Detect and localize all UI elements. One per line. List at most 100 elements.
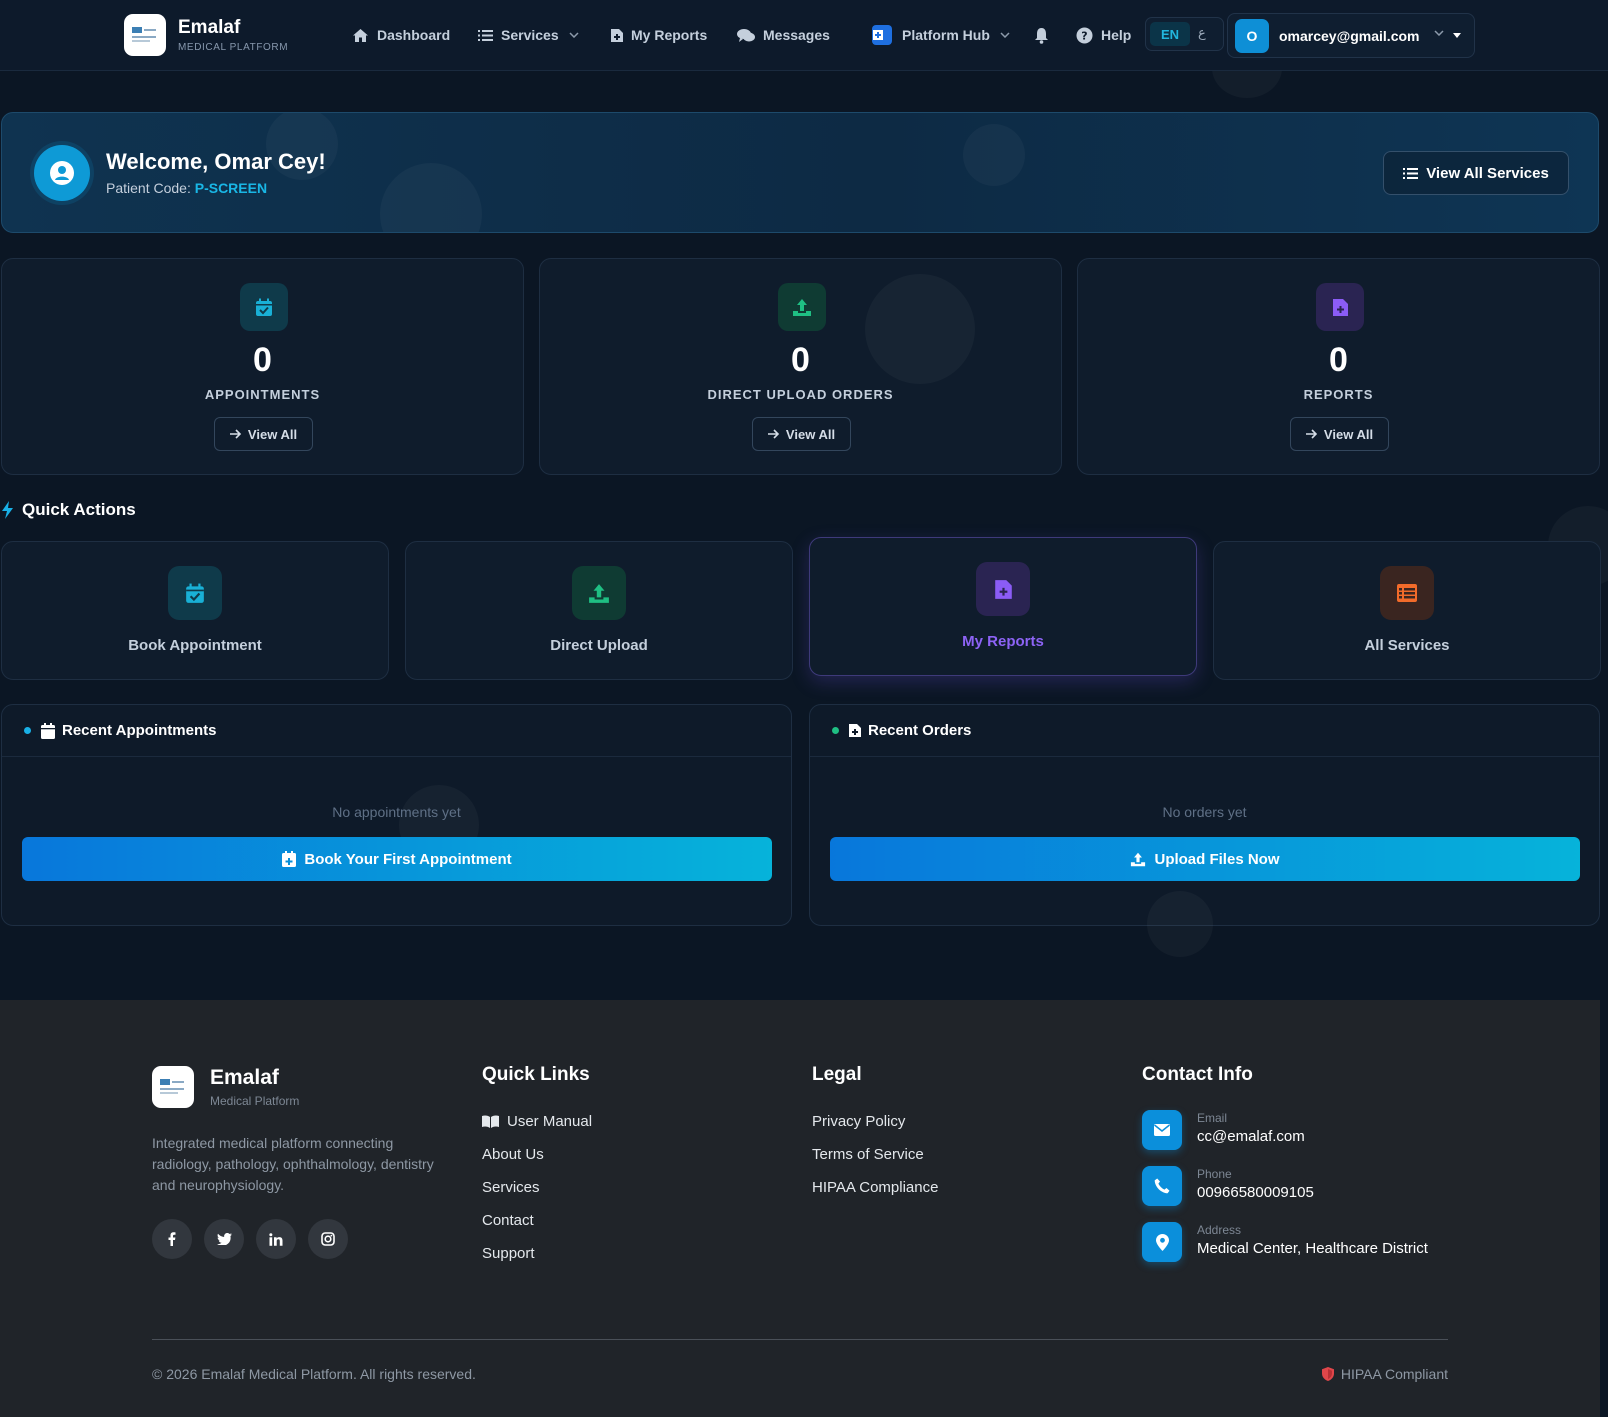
stat-card-reports: 0 REPORTS View All <box>1077 258 1600 475</box>
instagram-link[interactable] <box>308 1219 348 1259</box>
contact-email[interactable]: Email cc@emalaf.com <box>1142 1110 1305 1150</box>
footer-link-about-us[interactable]: About Us <box>482 1146 544 1163</box>
nav-dashboard[interactable]: Dashboard <box>352 24 450 46</box>
bolt-icon <box>2 501 13 519</box>
svg-text:?: ? <box>1081 29 1087 42</box>
stat-label: REPORTS <box>1303 387 1374 402</box>
footer-link-terms-of-service[interactable]: Terms of Service <box>812 1146 924 1163</box>
file-medical-icon <box>849 724 861 737</box>
comments-icon <box>737 28 755 42</box>
recent-appointments-title: Recent Appointments <box>62 722 217 739</box>
nav-messages[interactable]: Messages <box>737 24 830 46</box>
footer-link-contact[interactable]: Contact <box>482 1212 534 1229</box>
recent-orders-title: Recent Orders <box>868 722 972 739</box>
chevron-down-icon <box>569 32 579 38</box>
nav-messages-label: Messages <box>763 27 830 43</box>
quick-action-book-appointment[interactable]: Book Appointment <box>1 541 389 680</box>
view-all-reports-button[interactable]: View All <box>1290 417 1389 451</box>
footer-brand-name: Emalaf <box>210 1066 279 1089</box>
view-all-label: View All <box>247 426 298 442</box>
empty-state-text: No orders yet <box>1162 804 1247 820</box>
calendar-icon <box>41 722 55 739</box>
page-title: Welcome, Omar Cey! <box>106 149 326 174</box>
upload-icon <box>778 283 826 331</box>
recent-orders-panel: Recent Orders No orders yet Upload Files… <box>809 704 1600 926</box>
quick-action-direct-upload[interactable]: Direct Upload <box>405 541 793 680</box>
shield-icon <box>1321 1367 1334 1381</box>
user-email: omarcey@gmail.com <box>1279 27 1420 44</box>
upload-files-now-button[interactable]: Upload Files Now <box>830 837 1580 881</box>
book-first-appointment-button[interactable]: Book Your First Appointment <box>22 837 772 881</box>
footer-brand[interactable]: Emalaf Medical Platform <box>152 1066 299 1108</box>
envelope-icon <box>1142 1110 1182 1150</box>
footer-link-user-manual[interactable]: User Manual <box>482 1113 592 1130</box>
nav-help[interactable]: ? Help <box>1076 24 1131 46</box>
footer-link-label: User Manual <box>507 1113 593 1130</box>
contact-value: Medical Center, Healthcare District <box>1197 1240 1428 1257</box>
facebook-icon <box>168 1232 176 1246</box>
stat-value: 0 <box>253 341 272 379</box>
contact-address[interactable]: Address Medical Center, Healthcare Distr… <box>1142 1222 1428 1262</box>
nav-dashboard-label: Dashboard <box>377 27 451 43</box>
question-circle-icon: ? <box>1076 27 1093 43</box>
background-bubble <box>963 124 1025 186</box>
lang-en-button[interactable]: EN <box>1150 22 1190 46</box>
quick-action-label: Direct Upload <box>550 637 648 654</box>
status-dot <box>832 727 839 734</box>
linkedin-link[interactable] <box>256 1219 296 1259</box>
file-medical-icon <box>976 562 1030 616</box>
nav-help-label: Help <box>1101 27 1132 43</box>
view-all-orders-button[interactable]: View All <box>752 417 851 451</box>
view-all-label: View All <box>785 426 836 442</box>
instagram-icon <box>321 1232 335 1246</box>
linkedin-icon <box>269 1232 283 1246</box>
nav-platform-hub-label: Platform Hub <box>902 27 990 43</box>
nav-platform-hub[interactable]: Platform Hub <box>872 24 1010 46</box>
footer-link-support[interactable]: Support <box>482 1245 535 1262</box>
stat-label: DIRECT UPLOAD ORDERS <box>707 387 894 402</box>
calendar-check-icon <box>240 283 288 331</box>
quick-action-my-reports[interactable]: My Reports <box>809 537 1197 676</box>
facebook-link[interactable] <box>152 1219 192 1259</box>
contact-value: cc@emalaf.com <box>1197 1128 1305 1145</box>
contact-label: Address <box>1197 1223 1242 1237</box>
quick-action-label: My Reports <box>962 633 1044 650</box>
brand[interactable]: Emalaf MEDICAL PLATFORM <box>124 14 288 56</box>
stat-card-direct-upload-orders: 0 DIRECT UPLOAD ORDERS View All <box>539 258 1062 475</box>
chevron-down-icon <box>1434 30 1444 36</box>
brand-subtitle: MEDICAL PLATFORM <box>178 42 289 53</box>
arrow-right-icon <box>767 429 780 439</box>
notifications-button[interactable] <box>1034 24 1057 46</box>
nav-my-reports-label: My Reports <box>631 27 708 43</box>
contact-label: Phone <box>1197 1167 1232 1181</box>
quick-actions-title: Quick Actions <box>22 500 136 519</box>
view-all-label: View All <box>1323 426 1374 442</box>
footer-link-hipaa-compliance[interactable]: HIPAA Compliance <box>812 1179 938 1196</box>
view-all-appointments-button[interactable]: View All <box>214 417 313 451</box>
user-circle-icon <box>34 145 90 201</box>
welcome-banner: Welcome, Omar Cey! Patient Code: P-SCREE… <box>1 112 1599 233</box>
contact-value: 00966580009105 <box>1197 1184 1314 1201</box>
status-dot <box>24 727 31 734</box>
footer-link-privacy-policy[interactable]: Privacy Policy <box>812 1113 905 1130</box>
view-all-services-button[interactable]: View All Services <box>1383 151 1569 195</box>
lang-ar-button[interactable]: ع <box>1198 25 1206 41</box>
footer-legal-title: Legal <box>812 1064 862 1085</box>
contact-label: Email <box>1197 1111 1228 1125</box>
nav-my-reports[interactable]: My Reports <box>611 24 707 46</box>
user-menu[interactable]: O omarcey@gmail.com <box>1227 13 1475 58</box>
chevron-down-icon <box>1000 32 1010 38</box>
twitter-link[interactable] <box>204 1219 244 1259</box>
arrow-right-icon <box>1305 429 1318 439</box>
footer-link-services[interactable]: Services <box>482 1179 540 1196</box>
recent-appointments-panel: Recent Appointments No appointments yet … <box>1 704 792 926</box>
map-pin-icon <box>1142 1222 1182 1262</box>
arrow-right-icon <box>229 429 242 439</box>
quick-action-all-services[interactable]: All Services <box>1213 541 1601 680</box>
stat-value: 0 <box>1329 341 1348 379</box>
brand-logo <box>124 14 166 56</box>
quick-action-label: All Services <box>1364 637 1450 654</box>
upload-files-now-label: Upload Files Now <box>1154 850 1280 868</box>
contact-phone[interactable]: Phone 00966580009105 <box>1142 1166 1314 1206</box>
nav-services[interactable]: Services <box>478 24 579 46</box>
